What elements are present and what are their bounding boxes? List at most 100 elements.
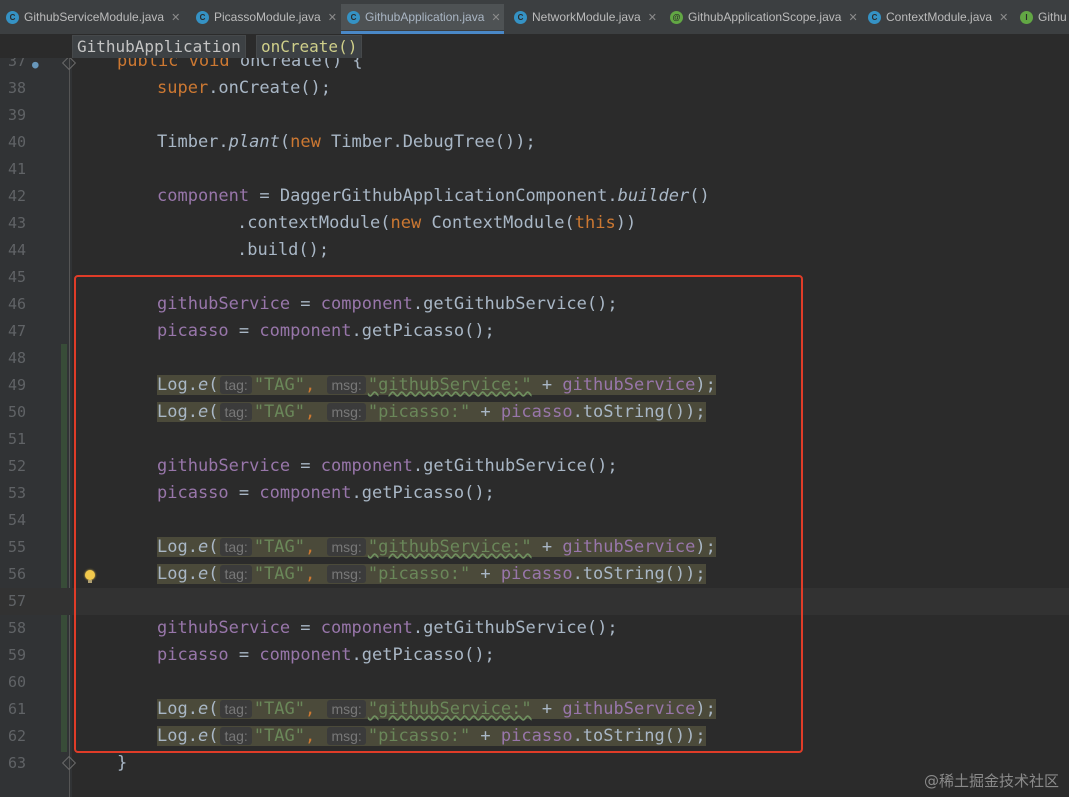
line-number: 60	[7, 673, 26, 691]
tab-github-application[interactable]: C GithubApplication.java ✕	[341, 4, 504, 34]
close-icon[interactable]: ✕	[491, 11, 500, 24]
code-token: +	[531, 699, 563, 719]
code-line[interactable]: 57	[0, 588, 1069, 615]
code-line[interactable]: 45	[0, 264, 1069, 291]
code-line[interactable]: 63}	[0, 750, 1069, 777]
code-token: e	[197, 726, 209, 746]
editor-tab-bar: C GithubServiceModule.java ✕ C PicassoMo…	[0, 0, 1069, 35]
line-number: 51	[7, 430, 26, 448]
code-token: githubService	[562, 699, 696, 719]
tab-githu[interactable]: I Githu	[1014, 4, 1069, 30]
code-line[interactable]: 54	[0, 507, 1069, 534]
line-number: 41	[7, 160, 26, 178]
parameter-hint: msg:	[327, 538, 366, 556]
code-token: e	[197, 402, 209, 422]
code-token: =	[228, 483, 260, 503]
line-number: 59	[7, 646, 26, 664]
breadcrumb-class[interactable]: GithubApplication	[72, 35, 246, 59]
code-token: ))	[615, 213, 637, 233]
code-line[interactable]: 47 picasso = component.getPicasso();	[0, 318, 1069, 345]
parameter-hint: tag:	[220, 727, 252, 745]
code-token: picasso	[157, 483, 229, 503]
code-line[interactable]: 38 super.onCreate();	[0, 75, 1069, 102]
code-line[interactable]: 58 githubService = component.getGithubSer…	[0, 615, 1069, 642]
code-line[interactable]: 43 .contextModule(new ContextModule(this)…	[0, 210, 1069, 237]
close-icon[interactable]: ✕	[328, 11, 337, 24]
override-marker-icon[interactable]: ●	[32, 58, 39, 71]
code-line[interactable]: 44 .build();	[0, 237, 1069, 264]
code-line[interactable]: 49 Log.e(tag: "TAG", msg: "githubService:" …	[0, 372, 1069, 399]
close-icon[interactable]: ✕	[999, 11, 1008, 24]
close-icon[interactable]: ✕	[648, 11, 657, 24]
code-line[interactable]: 55 Log.e(tag: "TAG", msg: "githubService:" …	[0, 534, 1069, 561]
code-line[interactable]: 62 Log.e(tag: "TAG", msg: "picasso:" + pica…	[0, 723, 1069, 750]
tab-label: ContextModule.java	[886, 10, 993, 24]
highlighted-statement: Log.e(tag: "TAG", msg: "picasso:" + picass…	[157, 402, 706, 422]
statement: Timber.plant(new Timber.DebugTree());	[157, 132, 536, 152]
code-token: new	[390, 213, 432, 233]
code-text: .build();	[117, 237, 329, 264]
class-icon: C	[868, 10, 881, 24]
code-token: Log.	[157, 699, 198, 719]
watermark: @稀土掘金技术社区	[923, 772, 1059, 790]
code-line[interactable]: 56 Log.e(tag: "TAG", msg: "picasso:" + pica…	[0, 561, 1069, 588]
code-line[interactable]: 52 githubService = component.getGithubSer…	[0, 453, 1069, 480]
code-token: =	[290, 456, 321, 476]
code-line[interactable]: 50 Log.e(tag: "TAG", msg: "picasso:" + pica…	[0, 399, 1069, 426]
highlighted-statement: Log.e(tag: "TAG", msg: "picasso:" + picass…	[157, 564, 706, 584]
tab-github-application-scope[interactable]: @ GithubApplicationScope.java ✕	[664, 4, 858, 30]
code-line[interactable]: 42 component = DaggerGithubApplicationCom…	[0, 183, 1069, 210]
close-icon[interactable]: ✕	[171, 11, 180, 24]
annotation-icon: @	[670, 10, 683, 24]
breadcrumb-method[interactable]: onCreate()	[256, 35, 363, 59]
code-token: picasso	[500, 402, 573, 422]
parameter-hint: tag:	[220, 565, 252, 583]
code-token: "picasso:"	[367, 564, 471, 584]
code-token: +	[470, 726, 501, 746]
tab-network-module[interactable]: C NetworkModule.java ✕	[508, 4, 661, 30]
code-token: +	[470, 564, 501, 584]
close-icon[interactable]: ✕	[848, 11, 857, 24]
interface-icon: I	[1020, 10, 1033, 24]
tab-picasso-module[interactable]: C PicassoModule.java ✕	[190, 4, 337, 30]
code-line[interactable]: 48	[0, 345, 1069, 372]
code-text: Log.e(tag: "TAG", msg: "githubService:" + …	[117, 372, 716, 399]
code-line[interactable]: 41	[0, 156, 1069, 183]
lightbulb-icon[interactable]	[85, 570, 95, 583]
code-line[interactable]: 40 Timber.plant(new Timber.DebugTree());	[0, 129, 1069, 156]
code-line[interactable]: 61 Log.e(tag: "TAG", msg: "githubService:" …	[0, 696, 1069, 723]
statement: }	[117, 753, 127, 773]
code-text: githubService = component.getGithubServi…	[117, 291, 618, 318]
code-token: githubService	[157, 456, 291, 476]
code-token: =	[290, 294, 321, 314]
tab-github-service-module[interactable]: C GithubServiceModule.java ✕	[0, 4, 186, 30]
code-token: "TAG"	[253, 699, 305, 719]
code-line[interactable]: 53 picasso = component.getPicasso();	[0, 480, 1069, 507]
code-token: "githubService:"	[367, 699, 532, 719]
tab-context-module[interactable]: C ContextModule.java ✕	[862, 4, 1010, 30]
code-line[interactable]: 46 githubService = component.getGithubSer…	[0, 291, 1069, 318]
code-token: () {	[321, 58, 363, 71]
code-token: = DaggerGithubApplicationComponent.	[249, 186, 618, 206]
code-token: "githubService:"	[367, 375, 532, 395]
code-line[interactable]: 39	[0, 102, 1069, 129]
code-line[interactable]: 37 public void onCreate() {	[0, 58, 1069, 75]
code-token: =	[228, 645, 260, 665]
code-line[interactable]: 60	[0, 669, 1069, 696]
code-token: }	[117, 753, 128, 773]
line-number: 50	[7, 403, 26, 421]
code-token: ContextModule(	[431, 213, 575, 233]
code-token: "TAG"	[253, 537, 305, 557]
line-number: 63	[7, 754, 26, 772]
code-editor[interactable]: 37 public void onCreate() {38 super.onCrea…	[0, 58, 1069, 797]
statement: picasso = component.getPicasso();	[157, 321, 495, 341]
code-token: Log.	[157, 537, 198, 557]
code-token: picasso	[157, 645, 229, 665]
code-line[interactable]: 59 picasso = component.getPicasso();	[0, 642, 1069, 669]
code-line[interactable]: 51	[0, 426, 1069, 453]
breadcrumb: GithubApplication onCreate()	[0, 34, 1069, 59]
highlighted-statement: Log.e(tag: "TAG", msg: "picasso:" + picass…	[157, 726, 706, 746]
